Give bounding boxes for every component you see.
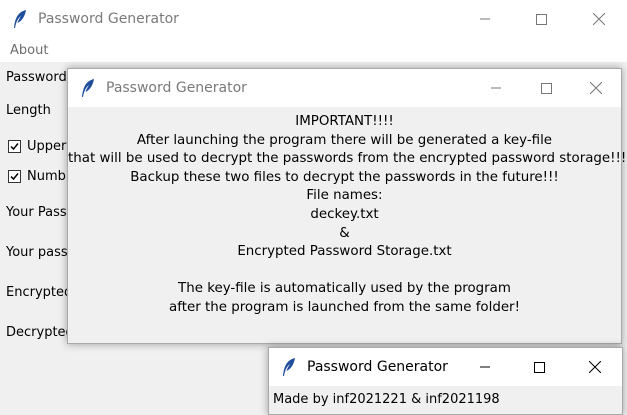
maximize-icon	[540, 82, 552, 94]
info-dialog-title: Password Generator	[106, 80, 247, 96]
minimize-icon	[479, 18, 490, 20]
close-button[interactable]	[567, 348, 622, 386]
close-button[interactable]	[571, 69, 621, 107]
numbers-checkbox[interactable]: Numb	[8, 169, 66, 184]
encrypted-label: Encrypted	[6, 285, 73, 300]
maximize-button[interactable]	[513, 0, 570, 38]
main-titlebar[interactable]: Password Generator	[0, 0, 627, 38]
menu-about[interactable]: About	[0, 43, 58, 58]
info-dialog-titlebar[interactable]: Password Generator	[68, 69, 621, 107]
decrypted-label: Decrypted	[6, 325, 74, 340]
menu-bar: About	[0, 38, 627, 63]
info-line	[68, 262, 621, 281]
credits-dialog: Password Generator Made by inf2021221 & …	[268, 347, 623, 415]
credits-dialog-titlebar[interactable]: Password Generator	[269, 348, 622, 386]
minimize-button[interactable]	[456, 0, 513, 38]
info-dialog: Password Generator IMPORTANT!!!! After l…	[67, 68, 627, 344]
maximize-button[interactable]	[521, 69, 571, 107]
close-icon	[588, 361, 601, 373]
checkmark-icon	[10, 143, 19, 151]
minimize-icon	[479, 366, 490, 368]
minimize-button[interactable]	[471, 69, 521, 107]
numbers-checkbox-label: Numb	[27, 169, 66, 184]
main-window-title: Password Generator	[38, 11, 179, 27]
info-line: Backup these two files to decrypt the pa…	[130, 169, 559, 185]
info-line: The key-file is automatically used by th…	[178, 281, 511, 297]
info-line: IMPORTANT!!!!	[295, 114, 394, 129]
minimize-icon	[491, 87, 501, 89]
maximize-icon	[534, 361, 545, 373]
minimize-button[interactable]	[457, 348, 512, 386]
info-line: after the program is launched from the s…	[169, 299, 520, 315]
maximize-button[interactable]	[512, 348, 567, 386]
feather-icon	[80, 78, 96, 98]
feather-icon	[12, 9, 28, 29]
close-icon	[590, 82, 602, 94]
feather-icon	[281, 357, 297, 377]
info-line: File names:	[306, 188, 383, 204]
password-label: Password	[6, 70, 67, 85]
credits-dialog-title: Password Generator	[307, 359, 448, 375]
close-icon	[592, 13, 605, 25]
upper-checkbox-label: Upper	[27, 139, 67, 154]
length-label: Length	[6, 103, 51, 118]
maximize-icon	[536, 13, 547, 25]
your-pass-label: Your Pass	[6, 205, 67, 220]
checkmark-icon	[10, 173, 19, 181]
credits-text: Made by inf2021221 & inf2021198	[273, 392, 500, 407]
close-button[interactable]	[570, 0, 627, 38]
info-line: deckey.txt	[310, 206, 379, 222]
info-line: that will be used to decrypt the passwor…	[68, 151, 627, 167]
info-line: Encrypted Password Storage.txt	[237, 244, 452, 260]
info-line: &	[339, 225, 350, 241]
info-line: After launching the program there will b…	[136, 132, 553, 148]
info-message: IMPORTANT!!!! After launching the progra…	[68, 113, 627, 318]
upper-checkbox[interactable]: Upper	[8, 139, 66, 154]
your-pass-label-2: Your pass	[6, 245, 68, 260]
